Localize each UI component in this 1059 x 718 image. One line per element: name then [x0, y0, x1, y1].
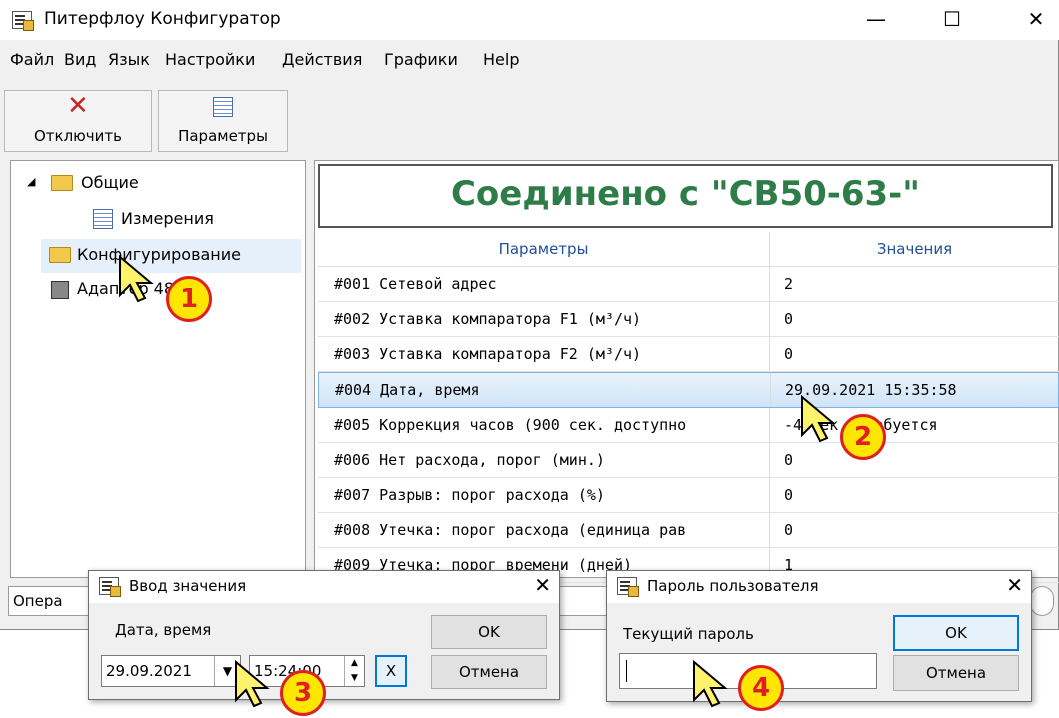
tree-item-config[interactable]: Конфигурирование: [77, 245, 241, 264]
param-name-cell[interactable]: #006 Нет расхода, порог (мин.): [318, 443, 770, 477]
connection-banner: Соединено с "СВ50-63-": [318, 164, 1053, 228]
toolbar: ✕ Отключить Параметры: [0, 86, 1059, 156]
close-button[interactable]: ✕: [1006, 0, 1059, 40]
menu-actions[interactable]: Действия: [282, 50, 362, 69]
table-header: Параметры Значения: [318, 232, 1059, 267]
table-row[interactable]: #006 Нет расхода, порог (мин.) 0: [318, 443, 1059, 478]
disconnect-label: Отключить: [33, 127, 122, 145]
date-value: 29.09.2021: [106, 662, 192, 680]
connection-status: Соединено с "СВ50-63-": [450, 174, 921, 214]
menu-view[interactable]: Вид: [64, 50, 96, 69]
text-caret: [626, 660, 627, 682]
table-row[interactable]: #004 Дата, время 29.09.2021 15:35:58: [318, 372, 1059, 408]
parameters-table: Параметры Значения #001 Сетевой адрес 2 #0…: [318, 232, 1059, 583]
param-name-cell[interactable]: #008 Утечка: порог расхода (единица рав: [318, 513, 770, 547]
folder-open-icon: [51, 175, 73, 191]
menu-settings[interactable]: Настройки: [165, 50, 255, 69]
table-row[interactable]: #005 Коррекция часов (900 сек. доступно -…: [318, 408, 1059, 443]
date-picker[interactable]: 29.09.2021 ▼: [101, 655, 241, 687]
params-button[interactable]: Параметры: [158, 90, 288, 152]
clear-button[interactable]: X: [375, 655, 407, 687]
dialog-title: Пароль пользователя: [647, 577, 819, 595]
dialog-title: Ввод значения: [129, 577, 247, 595]
mouse-pointer-icon: [693, 660, 728, 708]
table-row[interactable]: #002 Уставка компаратора F1 (м³/ч) 0: [318, 302, 1059, 337]
spin-down-icon[interactable]: ▼: [344, 671, 364, 686]
column-header-values[interactable]: Значения: [770, 232, 1059, 266]
dialog-title-bar: Ввод значения ✕: [89, 571, 559, 603]
param-value-cell[interactable]: 0: [770, 513, 1059, 547]
param-name-cell[interactable]: #003 Уставка компаратора F2 (м³/ч): [318, 337, 770, 371]
title-bar: Питерфлоу Конфигуратор — ☐ ✕: [0, 0, 1059, 40]
app-icon: [99, 577, 121, 597]
menu-help[interactable]: Help: [483, 50, 519, 69]
param-name-cell[interactable]: #002 Уставка компаратора F1 (м³/ч): [318, 302, 770, 336]
param-name-cell[interactable]: #007 Разрыв: порог расхода (%): [318, 478, 770, 512]
step-badge-3: 3: [280, 670, 326, 716]
menu-language[interactable]: Язык: [108, 50, 150, 69]
tree-item-measurements[interactable]: Измерения: [121, 209, 214, 228]
spin-up-icon[interactable]: ▲: [344, 656, 364, 671]
folder-open-icon: [49, 247, 71, 263]
mouse-pointer-icon: [119, 255, 154, 303]
main-window: Питерфлоу Конфигуратор — ☐ ✕ Файл Вид Яз…: [0, 0, 1059, 630]
maximize-button[interactable]: ☐: [922, 0, 982, 40]
menu-charts[interactable]: Графики: [384, 50, 458, 69]
ok-button[interactable]: OK: [431, 615, 547, 649]
app-icon: [12, 11, 34, 31]
menu-bar: Файл Вид Язык Настройки Действия Графики…: [0, 50, 1059, 78]
table-icon: [93, 209, 113, 229]
param-name-cell[interactable]: #005 Коррекция часов (900 сек. доступно: [318, 408, 770, 442]
param-value-cell[interactable]: 0: [770, 302, 1059, 336]
field-label: Дата, время: [115, 621, 212, 639]
status-field-operation: Опера: [8, 586, 94, 616]
param-name-cell[interactable]: #004 Дата, время: [319, 373, 771, 407]
column-header-params[interactable]: Параметры: [318, 232, 770, 266]
app-icon: [617, 577, 639, 597]
menu-file[interactable]: Файл: [10, 50, 54, 69]
close-icon[interactable]: ✕: [1006, 573, 1023, 597]
step-badge-4: 4: [738, 665, 784, 711]
tree-panel: ◢ Общие Измерения Конфигурирование Адапт…: [10, 160, 306, 578]
disconnect-x-icon: ✕: [67, 91, 89, 121]
table-row[interactable]: #007 Разрыв: порог расхода (%) 0: [318, 478, 1059, 513]
status-indicator: [1030, 586, 1054, 616]
password-dialog: Пароль пользователя ✕ Текущий пароль OK …: [606, 570, 1032, 702]
table-row[interactable]: #001 Сетевой адрес 2: [318, 267, 1059, 302]
value-input-dialog: Ввод значения ✕ Дата, время 29.09.2021 ▼…: [88, 570, 560, 700]
table-row[interactable]: #008 Утечка: порог расхода (единица рав 0: [318, 513, 1059, 548]
password-label: Текущий пароль: [623, 625, 754, 643]
mouse-pointer-icon: [801, 395, 836, 443]
param-value-cell[interactable]: 0: [770, 478, 1059, 512]
cancel-button[interactable]: Отмена: [893, 655, 1019, 691]
tree-item-general[interactable]: Общие: [81, 173, 139, 192]
adapter-gear-icon: [51, 281, 69, 299]
param-name-cell[interactable]: #001 Сетевой адрес: [318, 267, 770, 301]
table-row[interactable]: #003 Уставка компаратора F2 (м³/ч) 0: [318, 337, 1059, 372]
minimize-button[interactable]: —: [846, 0, 906, 40]
mouse-pointer-icon: [235, 660, 270, 708]
param-value-cell[interactable]: 2: [770, 267, 1059, 301]
param-value-cell[interactable]: 0: [770, 337, 1059, 371]
dialog-title-bar: Пароль пользователя ✕: [607, 571, 1031, 603]
step-badge-2: 2: [840, 414, 886, 460]
close-icon[interactable]: ✕: [534, 573, 551, 597]
step-badge-1: 1: [166, 276, 212, 322]
table-icon: [213, 97, 233, 117]
params-label: Параметры: [178, 127, 268, 145]
expand-triangle-icon[interactable]: ◢: [27, 175, 35, 188]
param-value-cell[interactable]: 0: [770, 443, 1059, 477]
disconnect-button[interactable]: ✕ Отключить: [4, 90, 152, 152]
ok-button[interactable]: OK: [893, 615, 1019, 651]
cancel-button[interactable]: Отмена: [431, 655, 547, 689]
window-title: Питерфлоу Конфигуратор: [44, 9, 281, 29]
